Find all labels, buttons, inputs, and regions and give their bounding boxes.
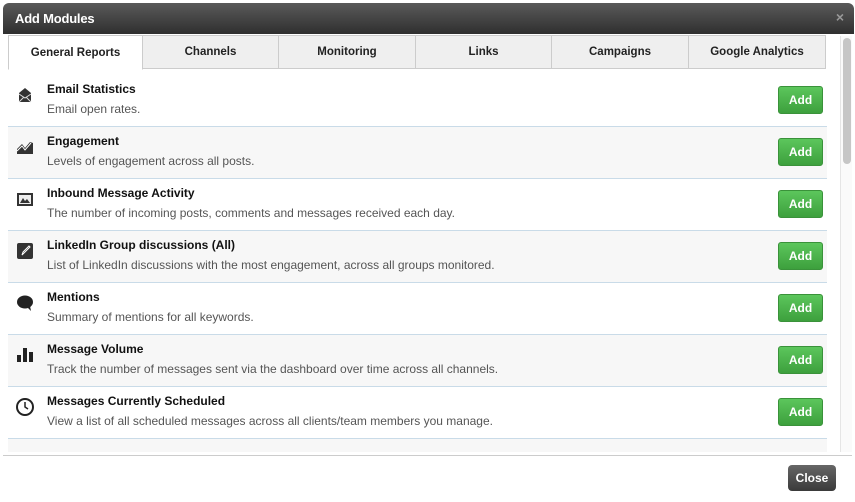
line-chart-icon: [16, 138, 34, 156]
add-button[interactable]: Add: [778, 346, 823, 374]
dialog-title: Add Modules: [15, 11, 95, 26]
add-button[interactable]: Add: [778, 398, 823, 426]
add-button[interactable]: Add: [778, 190, 823, 218]
footer-divider: [3, 455, 852, 456]
add-button[interactable]: Add: [778, 86, 823, 114]
tab-links[interactable]: Links: [416, 35, 552, 69]
module-row: Email Statistics Email open rates. Add: [8, 75, 827, 127]
module-row: Inbound Message Activity The number of i…: [8, 179, 827, 231]
bar-chart-icon: [16, 346, 34, 364]
module-title: Mentions: [47, 290, 100, 304]
envelope-icon: [16, 86, 34, 104]
image-icon: [16, 190, 34, 208]
module-title: LinkedIn Group discussions (All): [47, 238, 236, 252]
tab-bar: General Reports Channels Monitoring Link…: [8, 35, 826, 70]
module-description: Email open rates.: [47, 102, 141, 116]
module-description: The number of incoming posts, comments a…: [47, 206, 455, 220]
scrollbar[interactable]: [840, 36, 852, 452]
tab-google-analytics[interactable]: Google Analytics: [689, 35, 826, 69]
module-title: Messages Currently Scheduled: [47, 394, 226, 408]
add-button[interactable]: Add: [778, 138, 823, 166]
edit-icon: [16, 242, 34, 260]
dialog-header: Add Modules ×: [3, 3, 854, 34]
module-description: View a list of all scheduled messages ac…: [47, 414, 493, 428]
module-list: Email Statistics Email open rates. Add E…: [8, 75, 827, 452]
module-row: Messages Currently Scheduled View a list…: [8, 387, 827, 439]
module-description: Levels of engagement across all posts.: [47, 154, 255, 168]
tab-general-reports[interactable]: General Reports: [8, 35, 143, 70]
module-description: Summary of mentions for all keywords.: [47, 310, 254, 324]
module-title: Message Volume: [47, 342, 144, 356]
tab-channels[interactable]: Channels: [143, 35, 279, 69]
tab-monitoring[interactable]: Monitoring: [279, 35, 416, 69]
clock-icon: [16, 398, 34, 416]
module-row: Mentions Summary of mentions for all key…: [8, 283, 827, 335]
module-row: Message Volume Track the number of messa…: [8, 335, 827, 387]
module-title: Inbound Message Activity: [47, 186, 195, 200]
module-title: Email Statistics: [47, 82, 136, 96]
module-description: Track the number of messages sent via th…: [47, 362, 499, 376]
module-title: Engagement: [47, 134, 120, 148]
scrollbar-thumb[interactable]: [843, 38, 851, 164]
speech-bubble-icon: [16, 294, 34, 312]
module-row: Engagement Levels of engagement across a…: [8, 127, 827, 179]
close-button[interactable]: Close: [788, 465, 836, 491]
module-row-partial: [8, 439, 827, 452]
tab-campaigns[interactable]: Campaigns: [552, 35, 689, 69]
module-description: List of LinkedIn discussions with the mo…: [47, 258, 495, 272]
close-x-icon[interactable]: ×: [836, 9, 844, 25]
add-button[interactable]: Add: [778, 242, 823, 270]
add-button[interactable]: Add: [778, 294, 823, 322]
module-row: LinkedIn Group discussions (All) List of…: [8, 231, 827, 283]
